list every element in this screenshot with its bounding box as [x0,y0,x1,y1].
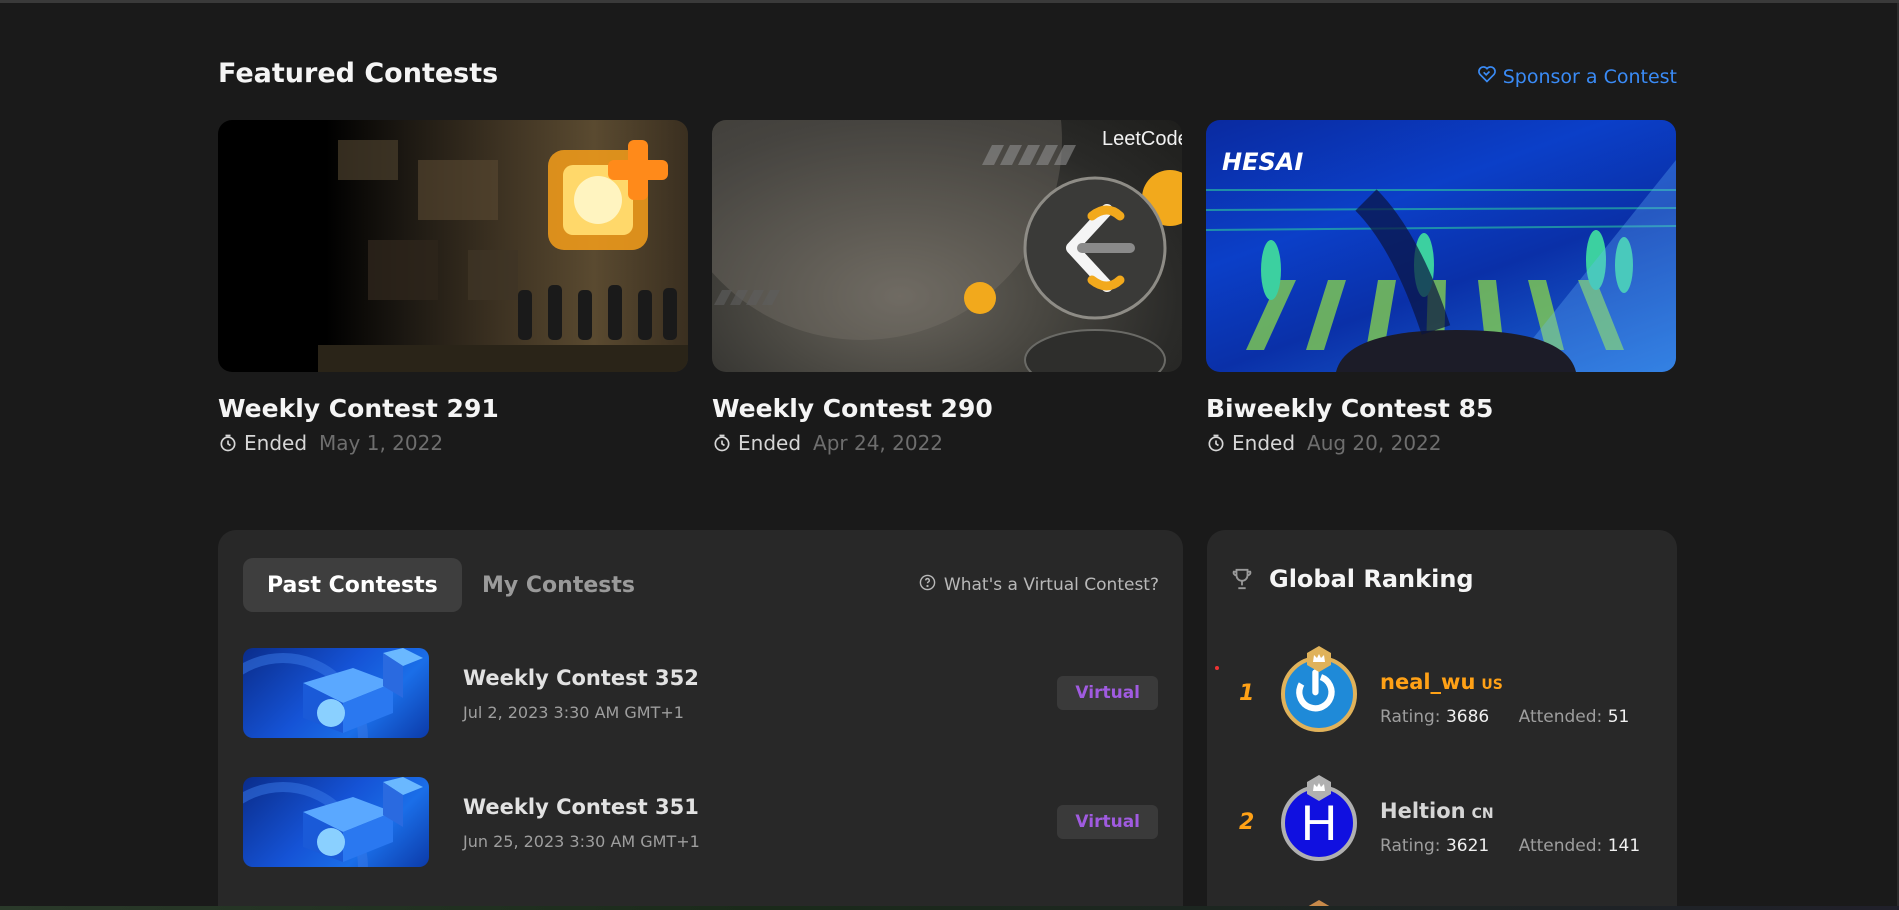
sponsor-contest-link[interactable]: Sponsor a Contest [1477,64,1677,89]
rank-number: 1 [1239,681,1255,706]
avatar-letter: H [1300,795,1338,851]
thumbnail-illustration [243,777,423,867]
featured-card[interactable]: Weekly Contest 291 Ended May 1, 2022 [218,120,688,455]
contest-date: Jun 25, 2023 3:30 AM GMT+1 [463,832,700,851]
contest-row[interactable]: Weekly Contest 352 Jul 2, 2023 3:30 AM G… [243,648,1158,738]
contest-name[interactable]: Biweekly Contest 85 [1206,394,1676,423]
contest-banner[interactable] [218,120,688,372]
banner-illustration [712,120,1182,372]
ranking-row[interactable]: 1 neal_wu US Rating: 3686 Attended: 51 [1207,646,1677,746]
contest-date: Jul 2, 2023 3:30 AM GMT+1 [463,703,684,722]
featured-card[interactable]: LeetCode Weekly Contest 290 Ended Apr 24… [712,120,1182,455]
featured-contests-title: Featured Contests [218,58,499,89]
contest-status: Ended [738,431,802,455]
username[interactable]: Heltion CN [1380,799,1494,823]
username-text: Heltion [1380,799,1466,823]
rating-value: 3686 [1445,707,1490,727]
contest-row[interactable]: Weekly Contest 351 Jun 25, 2023 3:30 AM … [243,777,1158,867]
contest-name[interactable]: Weekly Contest 291 [218,394,688,423]
virtual-contest-help-label: What's a Virtual Contest? [943,575,1159,595]
rank-number: 2 [1239,810,1255,835]
contest-name[interactable]: Weekly Contest 290 [712,394,1182,423]
username[interactable]: neal_wu US [1380,670,1503,694]
attended-label: Attended: [1518,707,1603,727]
clock-icon [712,433,732,453]
ranking-row[interactable]: 2 H Heltion CN Rating: 3621 Attended: 141 [1207,775,1677,875]
contest-date: Apr 24, 2022 [813,431,944,455]
country-code: US [1481,677,1503,693]
contest-name[interactable]: Weekly Contest 352 [463,666,699,690]
attended-label: Attended: [1518,836,1603,856]
clock-icon [218,433,238,453]
rating-value: 3621 [1445,836,1490,856]
global-ranking-title: Global Ranking [1269,565,1474,593]
contest-date: May 1, 2022 [319,431,444,455]
virtual-button[interactable]: Virtual [1057,676,1158,710]
contest-name[interactable]: Weekly Contest 351 [463,795,699,819]
contest-thumbnail[interactable] [243,777,429,867]
question-circle-icon [919,574,936,596]
global-ranking-panel: Global Ranking 1 neal_wu US Rating: 3686 … [1207,530,1677,910]
rating-label: Rating: [1380,836,1441,856]
contests-panel: Past Contests My Contests What's a Virtu… [218,530,1183,910]
user-stats: Rating: 3686 Attended: 51 [1380,707,1629,727]
page-bottom-edge [0,906,1899,910]
red-dot [1215,666,1219,670]
contest-status: Ended [1232,431,1296,455]
leetcode-wordmark: LeetCode [1102,128,1182,150]
virtual-contest-help[interactable]: What's a Virtual Contest? [919,574,1159,596]
contest-banner[interactable]: HESAI [1206,120,1676,372]
user-stats: Rating: 3621 Attended: 141 [1380,836,1640,856]
crown-icon [1306,646,1332,672]
featured-card[interactable]: HESAI Biweekly Contest 85 Ended Aug 20, … [1206,120,1676,455]
contest-status: Ended [244,431,308,455]
thumbnail-illustration [243,648,423,738]
contest-date: Aug 20, 2022 [1307,431,1442,455]
virtual-button[interactable]: Virtual [1057,805,1158,839]
username-text: neal_wu [1380,670,1476,694]
country-code: CN [1471,806,1494,822]
banner-illustration [318,140,688,372]
tab-past-contests[interactable]: Past Contests [243,558,462,612]
contest-banner[interactable]: LeetCode [712,120,1182,372]
clock-icon [1206,433,1226,453]
contest-thumbnail[interactable] [243,648,429,738]
tab-my-contests[interactable]: My Contests [458,558,659,612]
crown-icon [1306,775,1332,801]
rating-label: Rating: [1380,707,1441,727]
attended-value: 51 [1607,707,1630,727]
hesai-logo: HESAI [1222,148,1304,176]
attended-value: 141 [1607,836,1641,856]
trophy-icon [1231,567,1253,591]
sponsor-contest-label: Sponsor a Contest [1502,65,1677,88]
heart-icon [1477,64,1497,89]
